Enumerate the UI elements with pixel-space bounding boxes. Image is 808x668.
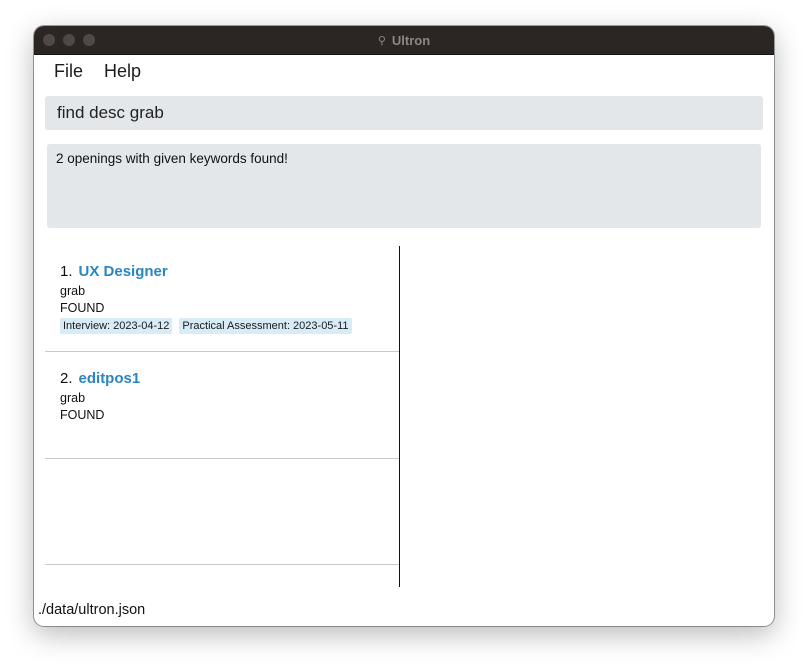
result-message: 2 openings with given keywords found! <box>56 151 288 166</box>
opening-header: 1. UX Designer <box>60 263 168 280</box>
opening-description: grab <box>60 391 86 405</box>
command-input[interactable] <box>45 96 763 130</box>
data-file-path: ./data/ultron.json <box>38 602 146 618</box>
app-icon: ⚲ <box>377 34 386 47</box>
assessment-date-tag: Practical Assessment: 2023-05-11 <box>179 318 352 334</box>
menu-help[interactable]: Help <box>104 61 141 82</box>
opening-description: grab <box>60 284 86 298</box>
window-title-group: ⚲ Ultron <box>34 26 774 54</box>
panel-divider[interactable] <box>399 246 400 587</box>
app-window: ⚲ Ultron File Help 2 openings with given… <box>34 26 774 626</box>
opening-card[interactable]: 2. editpos1 grab FOUND <box>45 353 399 459</box>
window-title: Ultron <box>391 32 431 48</box>
empty-list-slot <box>45 459 399 565</box>
opening-card[interactable]: 1. UX Designer grab FOUND Interview: 2023… <box>45 246 399 352</box>
opening-status: FOUND <box>60 408 105 422</box>
opening-index: 1. <box>60 263 73 280</box>
opening-status: FOUND <box>60 301 105 315</box>
opening-title: UX Designer <box>78 263 168 280</box>
opening-index: 2. <box>60 370 73 387</box>
menu-file[interactable]: File <box>54 61 83 82</box>
opening-title: editpos1 <box>78 370 141 387</box>
opening-list[interactable]: 1. UX Designer grab FOUND Interview: 2023… <box>45 246 399 586</box>
title-bar: ⚲ Ultron <box>34 26 774 55</box>
opening-header: 2. editpos1 <box>60 370 140 387</box>
menu-bar: File Help <box>34 55 774 89</box>
opening-tags: Interview: 2023-04-12 Practical Assessme… <box>60 318 352 334</box>
status-bar: ./data/ultron.json <box>38 602 145 618</box>
interview-date-tag: Interview: 2023-04-12 <box>60 318 173 334</box>
result-display: 2 openings with given keywords found! <box>47 144 761 228</box>
